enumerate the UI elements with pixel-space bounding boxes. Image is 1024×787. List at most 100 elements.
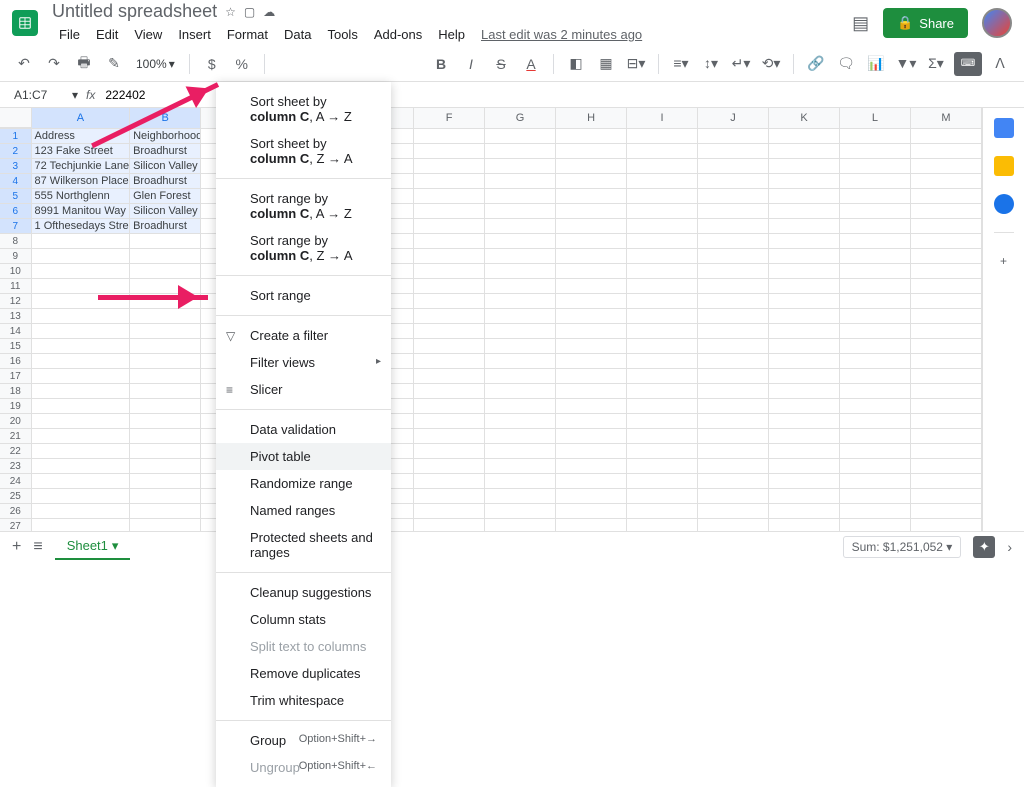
document-title[interactable]: Untitled spreadsheet <box>52 1 217 22</box>
cell[interactable] <box>840 444 911 459</box>
calendar-addon-icon[interactable] <box>994 118 1014 138</box>
menu-item[interactable]: Randomize range <box>216 470 391 497</box>
cell[interactable] <box>698 429 769 444</box>
cell[interactable] <box>130 429 201 444</box>
cell[interactable] <box>911 204 982 219</box>
cell[interactable] <box>698 249 769 264</box>
row-header[interactable]: 24 <box>0 474 32 489</box>
cell[interactable] <box>911 189 982 204</box>
cell[interactable] <box>769 444 840 459</box>
cell[interactable] <box>769 219 840 234</box>
cell[interactable] <box>556 174 627 189</box>
zoom-dropdown[interactable]: 100% ▾ <box>132 55 179 73</box>
cell[interactable] <box>840 129 911 144</box>
merge-button[interactable]: ⊟▾ <box>624 52 648 76</box>
cell[interactable] <box>840 519 911 531</box>
cell[interactable] <box>414 504 485 519</box>
cell[interactable] <box>627 444 698 459</box>
cell[interactable] <box>911 174 982 189</box>
rotate-button[interactable]: ⟲▾ <box>759 52 783 76</box>
cell[interactable] <box>698 474 769 489</box>
cell[interactable] <box>698 444 769 459</box>
cell[interactable] <box>769 279 840 294</box>
cell[interactable] <box>840 354 911 369</box>
cell[interactable] <box>911 504 982 519</box>
cell[interactable] <box>414 144 485 159</box>
spreadsheet-grid[interactable]: ABCDEFGHIJKLM1AddressNeighborhood2123 Fa… <box>0 108 982 531</box>
cell[interactable] <box>414 174 485 189</box>
column-header[interactable]: A <box>32 108 131 128</box>
cell[interactable] <box>556 429 627 444</box>
row-header[interactable]: 25 <box>0 489 32 504</box>
menu-item[interactable]: ≡Slicer <box>216 376 391 403</box>
bold-button[interactable]: B <box>429 52 453 76</box>
cell[interactable] <box>556 264 627 279</box>
cell[interactable] <box>414 249 485 264</box>
cell[interactable] <box>627 234 698 249</box>
cell[interactable] <box>627 249 698 264</box>
cell[interactable] <box>32 474 131 489</box>
filter-button[interactable]: ▼▾ <box>894 52 918 76</box>
account-avatar[interactable] <box>982 8 1012 38</box>
cell[interactable] <box>911 294 982 309</box>
cell[interactable] <box>769 339 840 354</box>
cell[interactable] <box>840 489 911 504</box>
row-header[interactable]: 3 <box>0 159 32 174</box>
cell[interactable] <box>911 429 982 444</box>
cell[interactable] <box>840 189 911 204</box>
cell[interactable]: 8991 Manitou Way <box>32 204 131 219</box>
row-header[interactable]: 19 <box>0 399 32 414</box>
column-header[interactable]: G <box>485 108 556 128</box>
tasks-addon-icon[interactable] <box>994 194 1014 214</box>
cell[interactable] <box>485 159 556 174</box>
menu-item[interactable]: Pivot table <box>216 443 391 470</box>
cell[interactable] <box>485 234 556 249</box>
cell[interactable] <box>769 504 840 519</box>
cell[interactable] <box>485 324 556 339</box>
cell[interactable] <box>414 219 485 234</box>
cell[interactable]: 555 Northglenn <box>32 189 131 204</box>
cell[interactable] <box>130 279 201 294</box>
cell[interactable] <box>556 279 627 294</box>
cell[interactable] <box>627 159 698 174</box>
row-header[interactable]: 14 <box>0 324 32 339</box>
cell[interactable] <box>911 354 982 369</box>
menu-item[interactable]: Sort range <box>216 282 391 309</box>
last-edit-link[interactable]: Last edit was 2 minutes ago <box>474 24 649 45</box>
menu-item[interactable]: Filter views▸ <box>216 349 391 376</box>
cell[interactable] <box>414 234 485 249</box>
cell[interactable] <box>698 294 769 309</box>
cell[interactable] <box>130 369 201 384</box>
menu-item[interactable]: GroupOption+Shift+→ <box>216 727 391 754</box>
cell[interactable] <box>556 189 627 204</box>
cell[interactable] <box>556 489 627 504</box>
cell[interactable]: 87 Wilkerson Place <box>32 174 131 189</box>
cell[interactable] <box>769 399 840 414</box>
cell[interactable] <box>130 234 201 249</box>
cell[interactable] <box>485 399 556 414</box>
cell[interactable] <box>32 459 131 474</box>
sidepanel-toggle-icon[interactable]: › <box>1007 539 1012 555</box>
cell[interactable] <box>556 384 627 399</box>
cell[interactable]: Neighborhood <box>130 129 201 144</box>
cell[interactable] <box>32 444 131 459</box>
cell[interactable] <box>485 189 556 204</box>
cell[interactable] <box>698 369 769 384</box>
cell[interactable] <box>485 354 556 369</box>
cell[interactable] <box>840 429 911 444</box>
cell[interactable] <box>840 339 911 354</box>
fill-color-button[interactable]: ◧ <box>564 52 588 76</box>
cell[interactable] <box>556 144 627 159</box>
cell[interactable] <box>556 369 627 384</box>
cell[interactable] <box>485 519 556 531</box>
valign-button[interactable]: ↕▾ <box>699 52 723 76</box>
cell[interactable] <box>769 294 840 309</box>
menu-item[interactable]: Named ranges <box>216 497 391 524</box>
halign-button[interactable]: ≡▾ <box>669 52 693 76</box>
cell[interactable] <box>911 159 982 174</box>
cell[interactable] <box>698 309 769 324</box>
cell[interactable] <box>769 429 840 444</box>
row-header[interactable]: 23 <box>0 459 32 474</box>
cell[interactable] <box>485 444 556 459</box>
cell[interactable] <box>627 474 698 489</box>
